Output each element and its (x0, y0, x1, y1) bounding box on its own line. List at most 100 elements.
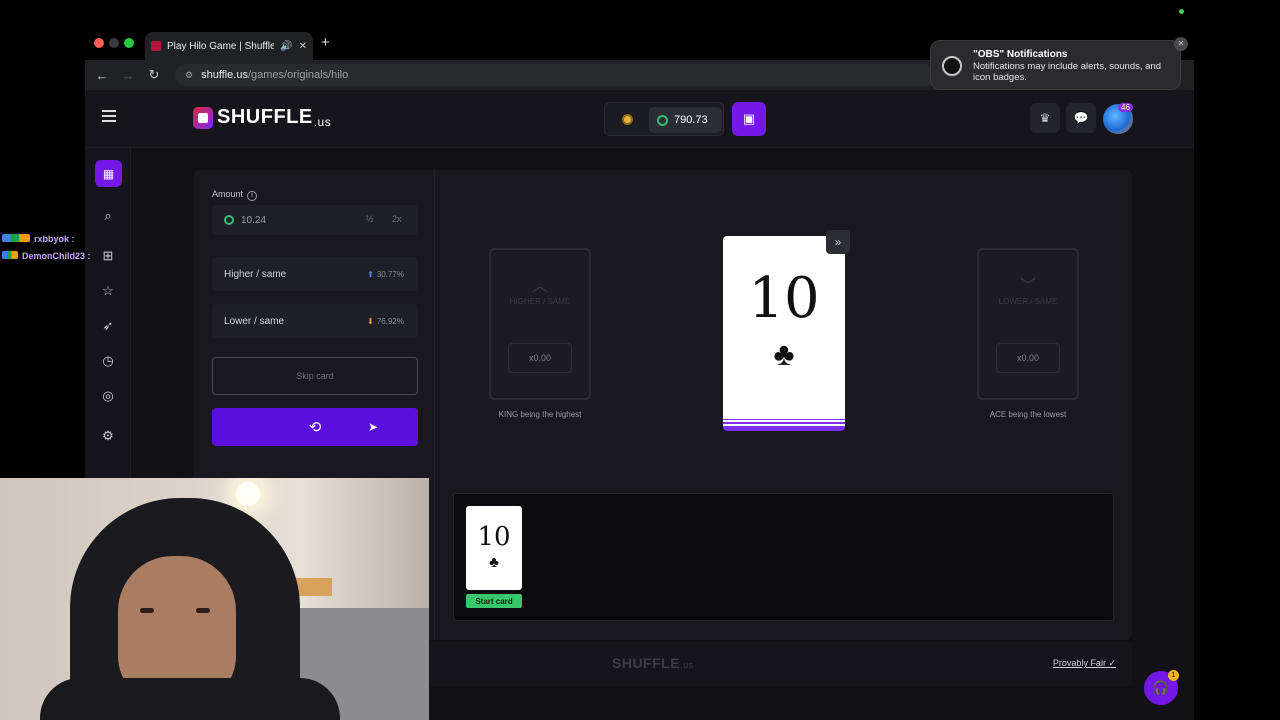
double-button[interactable]: 2x (392, 214, 402, 224)
game-footer: SHUFFLE.us Provably Fair ✓ (430, 642, 1132, 686)
card-stack-stripe (723, 420, 845, 422)
balance-display[interactable]: 790.73 (649, 107, 722, 133)
provably-fair-link[interactable]: Provably Fair ✓ (1053, 658, 1116, 669)
close-tab-icon[interactable]: ✕ (299, 41, 307, 52)
notification-body: Notifications may include alerts, sounds… (973, 61, 1161, 83)
site-header: SHUFFLE .us 790.73 ▣ ♛ 💬 46 (85, 90, 1194, 148)
wallet-button[interactable]: ▣ (732, 102, 766, 136)
status-dot (1179, 9, 1184, 14)
sidebar-item-games[interactable]: ▦ (95, 160, 122, 187)
streamer-eye (196, 608, 210, 613)
arrow-down-icon: ⬇ (367, 316, 374, 326)
crown-icon: ♛ (1039, 111, 1051, 125)
logo-mark-icon (193, 106, 213, 129)
skip-card-button[interactable]: Skip card (212, 357, 418, 395)
higher-same-button[interactable]: Higher / same ⬆ 30.77% (212, 257, 418, 291)
chat-button[interactable]: 💬 (1066, 103, 1096, 133)
wallet-box: 790.73 (604, 102, 724, 136)
lower-target-card: ﹀ LOWER / SAME x0.00 (977, 248, 1079, 400)
provably-fair-text: Provably Fair (1052, 658, 1106, 668)
lower-card-label: LOWER / SAME (998, 297, 1058, 306)
higher-multiplier: x0.00 (508, 343, 572, 373)
sidebar-item-gift[interactable]: ⊞ (96, 244, 120, 268)
currency-icon (657, 114, 668, 126)
higher-label: Higher / same (224, 268, 287, 280)
obs-notification[interactable]: "OBS" Notifications Notifications may in… (930, 37, 1188, 90)
amount-label-text: Amount (212, 189, 244, 199)
streamer-eye (140, 608, 154, 613)
half-button[interactable]: ½ (366, 214, 374, 224)
currency-icon (224, 215, 234, 225)
balance-value: 790.73 (674, 114, 708, 126)
sidebar-item-rocket[interactable]: ➶ (96, 314, 120, 338)
target-icon: ◎ (102, 388, 114, 403)
history-card-rank: 10 (477, 522, 511, 552)
browser-tab[interactable]: Play Hilo Game | Shuffle.us 🔊 ✕ (145, 32, 313, 60)
avatar-badge: 46 (1118, 103, 1133, 112)
close-window-button[interactable] (94, 38, 104, 48)
arrow-up-icon: ⬆ (367, 269, 374, 279)
chevron-up-icon: ︿ (532, 278, 549, 295)
webcam-overlay (0, 478, 429, 720)
chevron-down-icon: ﹀ (1020, 278, 1037, 295)
sidebar-item-live[interactable]: ◎ (96, 384, 120, 408)
search-icon[interactable]: ⌕ (96, 204, 120, 228)
bet-button[interactable]: ⟲ (212, 408, 418, 446)
url-field[interactable]: ⚙ shuffle.us/games/originals/hilo (175, 64, 935, 86)
shuffle-logo[interactable]: SHUFFLE .us (193, 106, 331, 129)
history-card: 10 ♣ (466, 506, 522, 590)
wallet-icon: ▣ (742, 111, 756, 126)
current-card: 10 ♣ (723, 236, 845, 431)
close-icon[interactable]: ✕ (1174, 37, 1188, 51)
back-icon[interactable]: ← (89, 68, 115, 83)
amount-value: 10.24 (241, 214, 267, 226)
chat-badges-icon (2, 251, 18, 259)
lower-probability: ⬇ 76.92% (367, 317, 404, 326)
lower-same-button[interactable]: Lower / same ⬇ 76.92% (212, 304, 418, 338)
amount-label: Amount i (212, 189, 258, 201)
footer-logo-tld: .us (680, 660, 694, 670)
chat-icon: 💬 (1073, 111, 1089, 125)
obs-icon (942, 56, 962, 76)
gear-icon: ⚙ (102, 428, 114, 443)
footer-logo-text: SHUFFLE (612, 655, 681, 671)
site-info-icon[interactable]: ⚙ (185, 70, 193, 81)
gift-icon: ⊞ (102, 248, 114, 263)
new-tab-button[interactable]: + (321, 34, 330, 51)
menu-icon[interactable] (102, 110, 116, 122)
support-badge: 1 (1168, 670, 1179, 681)
chat-username: DemonChild23 : (22, 251, 91, 261)
info-icon[interactable]: i (247, 191, 258, 201)
minimize-window-button[interactable] (109, 38, 119, 48)
chat-username: rxbbyok : (34, 234, 75, 244)
club-suit-icon: ♣ (773, 336, 795, 372)
double-chevron-right-icon: » (834, 235, 842, 249)
coin-icon[interactable] (622, 114, 633, 125)
higher-pct-value: 30.77% (376, 269, 404, 279)
vip-crown-button[interactable]: ♛ (1030, 103, 1060, 133)
card-history: 10 ♣ Start card (453, 493, 1114, 621)
maximize-window-button[interactable] (124, 38, 134, 48)
forward-icon[interactable]: → (115, 68, 141, 83)
headset-icon: 🎧 (1152, 680, 1170, 695)
footer-logo: SHUFFLE.us (612, 655, 694, 671)
sidebar-item-settings[interactable]: ⚙ (96, 424, 120, 448)
chat-badges-icon (2, 234, 30, 242)
lower-label: Lower / same (224, 315, 285, 327)
sidebar-item-recent[interactable]: ◷ (96, 349, 120, 373)
lower-multiplier: x0.00 (996, 343, 1060, 373)
lower-note: ACE being the lowest (989, 410, 1067, 419)
tab-title: Play Hilo Game | Shuffle.us (167, 40, 275, 52)
check-icon: ✓ (1108, 658, 1116, 668)
higher-note: KING being the highest (498, 410, 582, 419)
speaker-icon[interactable]: 🔊 (280, 41, 292, 52)
lower-pct-value: 76.92% (376, 316, 404, 326)
reload-icon[interactable]: ↻ (141, 67, 167, 83)
clock-icon: ◷ (102, 353, 114, 368)
sidebar-item-favorites[interactable]: ☆ (96, 279, 120, 303)
amount-input[interactable]: 10.24 ½ 2x (212, 205, 418, 235)
skip-arrow-button[interactable]: » (826, 230, 850, 254)
mouse-cursor-icon: ➤ (368, 420, 379, 434)
url-path: /games/originals/hilo (247, 69, 349, 81)
streamer-body (40, 678, 340, 720)
